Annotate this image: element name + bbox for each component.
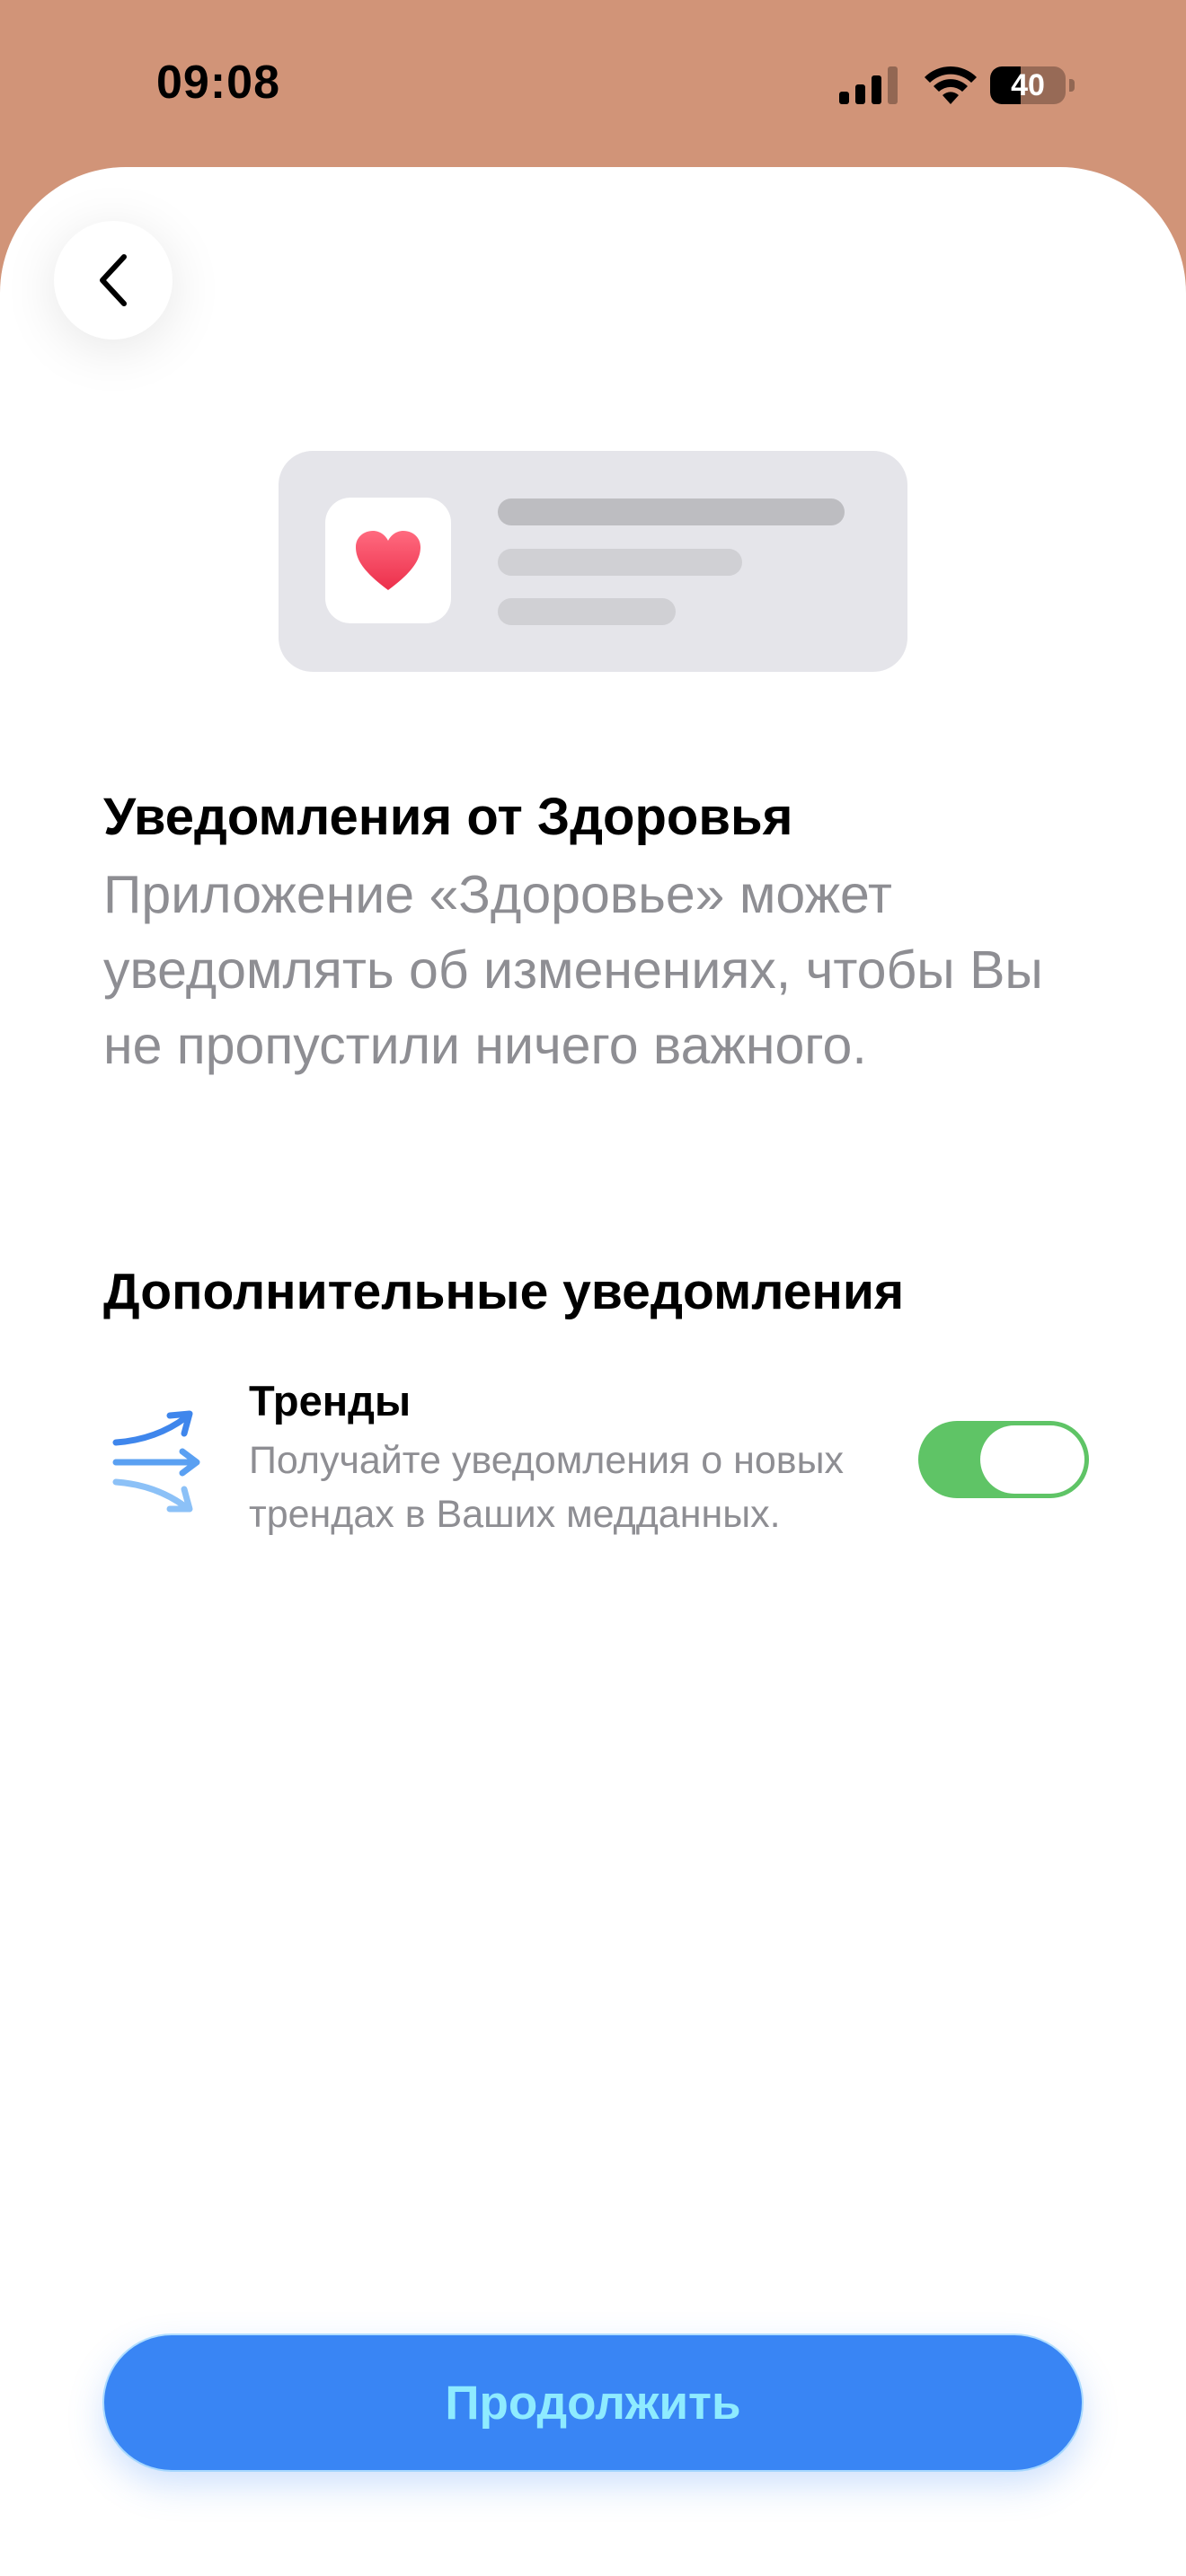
page-title: Уведомления от Здоровья [103,788,793,846]
wifi-icon [925,66,977,104]
trends-toggle[interactable] [918,1421,1089,1498]
health-app-tile [325,498,451,623]
chevron-left-icon [100,254,127,306]
trends-option: Тренды Получайте уведомления о новых тре… [103,1365,1101,1563]
toggle-knob [980,1425,1084,1494]
trends-description: Получайте уведомления о новых трендах в … [249,1439,845,1536]
status-time: 09:08 [156,57,280,109]
continue-button-label: Продолжить [445,2376,741,2430]
status-bar: 09:08 40 [0,0,1186,171]
heart-icon [356,531,420,590]
battery-level: 40 [1011,68,1045,102]
placeholder-line [498,598,676,625]
placeholder-line [498,498,845,525]
cellular-signal-icon [839,66,898,104]
trends-title: Тренды [249,1377,412,1425]
trends-arrows-icon [112,1410,200,1513]
battery-icon: 40 [990,65,1075,106]
back-button[interactable] [54,221,173,340]
section-title: Дополнительные уведомления [103,1263,905,1320]
placeholder-line [498,549,742,576]
notification-illustration [279,451,907,672]
continue-button[interactable]: Продолжить [104,2335,1082,2470]
page-description: Приложение «Здоровье» может уведомлять о… [103,865,1043,1075]
